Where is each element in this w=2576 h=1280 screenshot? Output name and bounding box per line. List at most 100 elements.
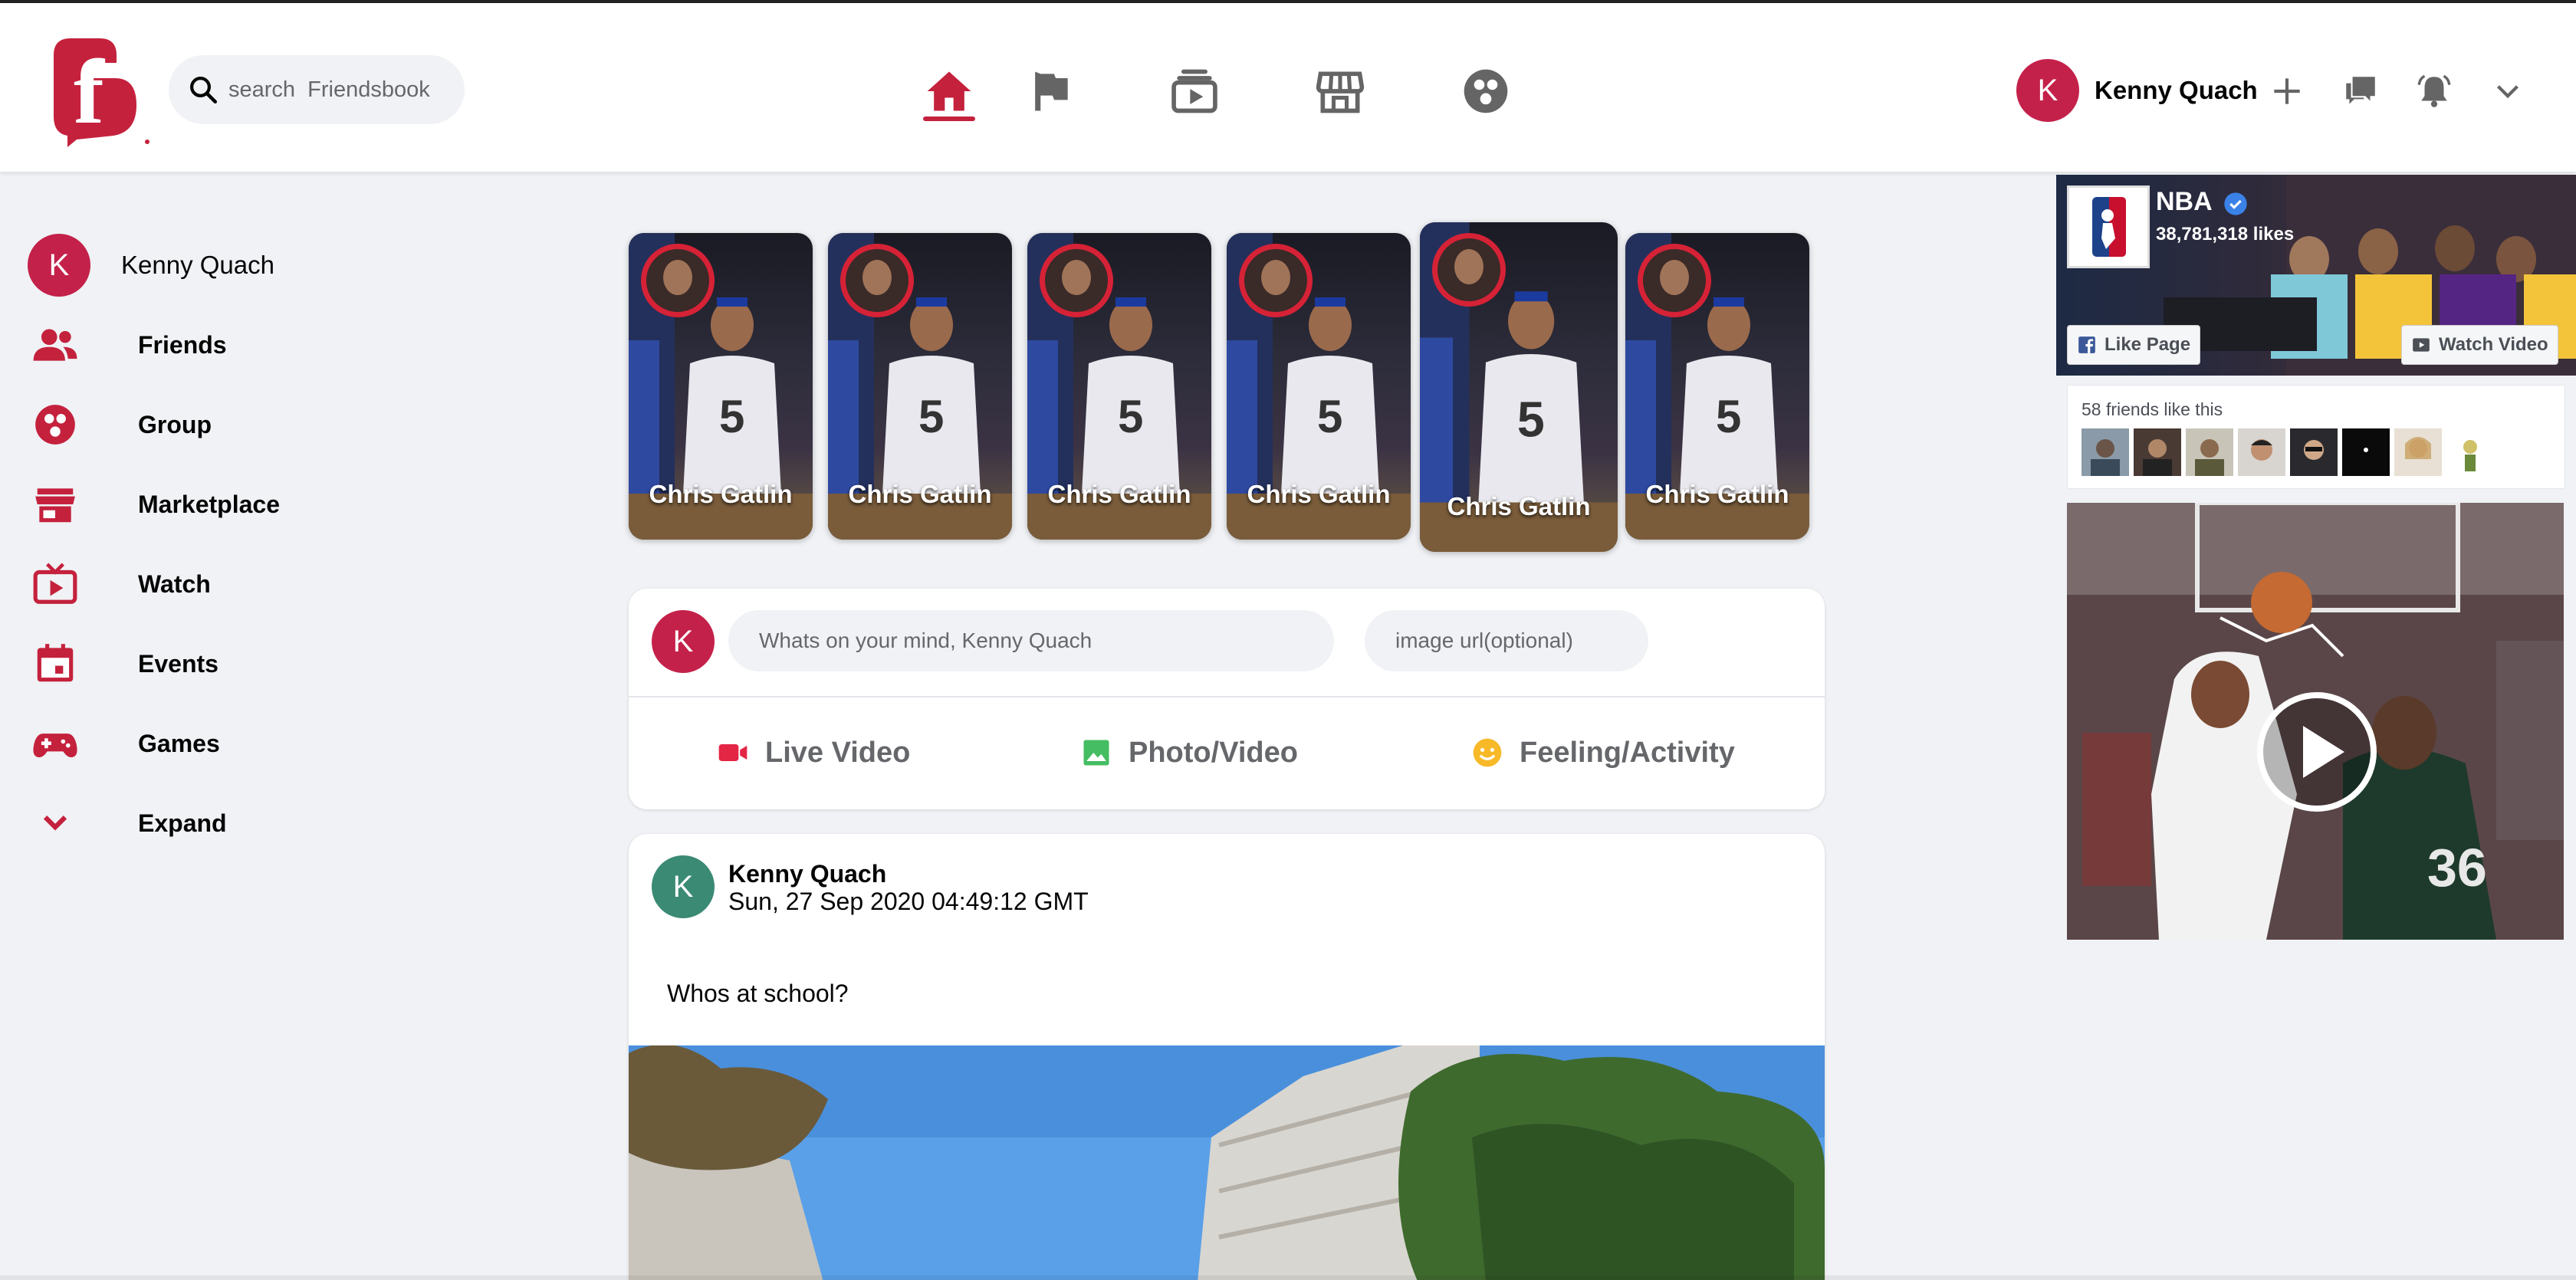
story-card[interactable]: 5 Chris Gatlin <box>1420 222 1618 552</box>
friend-avatar[interactable] <box>2290 428 2338 476</box>
sidebar-item-label: Kenny Quach <box>121 251 274 279</box>
sidebar-item-group[interactable]: Group <box>28 385 488 464</box>
post-composer: K Live Video Photo/Video Feeling/Activit… <box>629 589 1825 809</box>
sidebar-item-marketplace[interactable]: Marketplace <box>28 464 488 544</box>
friend-avatar[interactable] <box>2134 428 2181 476</box>
nav-groups[interactable] <box>1455 57 1516 126</box>
nav-home[interactable] <box>918 57 980 126</box>
story-avatar <box>1638 244 1711 317</box>
story-card[interactable]: 5 Chris Gatlin <box>1027 233 1211 540</box>
sidebar-item-label: Events <box>138 649 219 678</box>
account-menu-button[interactable] <box>2481 64 2535 118</box>
story-name: Chris Gatlin <box>1247 480 1391 508</box>
status-input[interactable] <box>728 610 1334 671</box>
friend-avatar[interactable] <box>2446 428 2494 476</box>
sidebar-item-profile[interactable]: K Kenny Quach <box>28 225 488 305</box>
marketplace-icon <box>1316 71 1365 113</box>
messenger-button[interactable] <box>2334 64 2387 118</box>
post-author[interactable]: Kenny Quach <box>728 860 886 888</box>
story-card[interactable]: 5 Chris Gatlin <box>828 233 1012 540</box>
avatar[interactable]: K <box>2016 59 2079 122</box>
page-bottom-edge <box>0 1275 2576 1280</box>
svg-text:5: 5 <box>1118 391 1143 442</box>
create-button[interactable] <box>2260 64 2314 118</box>
friend-avatar[interactable] <box>2342 428 2390 476</box>
page-likes: 38,781,318 likes <box>2156 224 2295 245</box>
sidebar-item-watch[interactable]: Watch <box>28 544 488 624</box>
notifications-button[interactable] <box>2407 64 2461 118</box>
live-video-icon <box>718 744 748 761</box>
profile-name[interactable]: Kenny Quach <box>2095 76 2258 105</box>
feed-post: K Kenny Quach Sun, 27 Sep 2020 04:49:12 … <box>629 834 1825 1280</box>
group-icon <box>35 405 75 445</box>
svg-text:5: 5 <box>719 391 744 442</box>
photo-icon <box>1083 740 1109 766</box>
page-title[interactable]: NBA <box>2156 187 2213 217</box>
avatar[interactable]: K <box>652 855 715 918</box>
messenger-icon <box>2346 77 2375 104</box>
video-icon <box>2413 338 2430 352</box>
story-name: Chris Gatlin <box>1645 480 1789 508</box>
divider <box>629 696 1825 697</box>
header-profile[interactable]: K Kenny Quach <box>2016 58 2258 123</box>
sidebar-item-label: Games <box>138 729 220 757</box>
search-bar[interactable] <box>169 55 465 124</box>
search-input[interactable] <box>228 77 458 103</box>
like-page-button[interactable]: Like Page <box>2067 325 2201 365</box>
svg-text:5: 5 <box>1517 392 1545 448</box>
svg-text:36: 36 <box>2427 838 2487 898</box>
avatar: K <box>652 610 715 673</box>
nba-page-banner[interactable]: NBA 38,781,318 likes Like Page Watch Vid… <box>2056 175 2576 376</box>
story-card[interactable]: 5 Chris Gatlin <box>1227 233 1411 540</box>
story-name: Chris Gatlin <box>1047 480 1191 508</box>
smiley-icon <box>1473 738 1502 767</box>
story-avatar <box>1239 244 1313 317</box>
nav-watch[interactable] <box>1164 57 1225 126</box>
photo-video-button[interactable]: Photo/Video <box>1079 730 1298 776</box>
story-avatar <box>1432 233 1506 307</box>
button-label: Watch Video <box>2439 334 2548 355</box>
friendsbook-logo[interactable]: f <box>46 32 153 147</box>
nav-pages[interactable] <box>1020 57 1081 126</box>
calendar-icon <box>37 644 74 682</box>
sidebar-item-games[interactable]: Games <box>28 704 488 783</box>
story-name: Chris Gatlin <box>1447 492 1591 520</box>
button-label: Like Page <box>2104 334 2191 355</box>
play-icon[interactable] <box>2256 691 2378 813</box>
friend-avatars <box>2082 428 2499 476</box>
watch-icon <box>1171 69 1217 113</box>
watch-video-button[interactable]: Watch Video <box>2401 325 2558 365</box>
friend-avatar[interactable] <box>2186 428 2233 476</box>
story-card[interactable]: 5 Chris Gatlin <box>1625 233 1809 540</box>
friend-avatar[interactable] <box>2238 428 2285 476</box>
friends-like-count: 58 friends like this <box>2082 399 2223 419</box>
plus-icon <box>2274 78 2300 104</box>
sidebar-item-friends[interactable]: Friends <box>28 305 488 385</box>
chevron-down-icon <box>2497 85 2518 99</box>
story-name: Chris Gatlin <box>649 480 793 508</box>
search-icon <box>190 77 218 104</box>
video-player[interactable]: 36 <box>2067 503 2564 940</box>
sidebar-item-expand[interactable]: Expand <box>28 783 488 863</box>
active-tab-indicator <box>923 117 975 121</box>
sidebar-item-label: Friends <box>138 330 227 359</box>
marketplace-icon <box>35 488 75 523</box>
sidebar-item-events[interactable]: Events <box>28 624 488 704</box>
friend-avatar[interactable] <box>2082 428 2129 476</box>
story-card[interactable]: 5 Chris Gatlin <box>629 233 813 540</box>
action-label: Photo/Video <box>1129 736 1298 769</box>
story-avatar <box>840 244 914 317</box>
action-label: Live Video <box>765 736 911 769</box>
sidebar-item-label: Group <box>138 410 212 438</box>
left-sidebar: K Kenny Quach Friends Group Marketplace <box>28 225 488 863</box>
watch-icon <box>33 563 77 604</box>
live-video-button[interactable]: Live Video <box>716 730 910 776</box>
home-icon <box>927 71 971 111</box>
friends-like-box: 58 friends like this <box>2067 385 2565 489</box>
feeling-activity-button[interactable]: Feeling/Activity <box>1470 730 1735 776</box>
nav-marketplace[interactable] <box>1309 57 1371 126</box>
story-avatar <box>641 244 715 317</box>
image-url-input[interactable] <box>1365 610 1648 671</box>
friend-avatar[interactable] <box>2394 428 2442 476</box>
facebook-icon <box>2078 336 2095 353</box>
